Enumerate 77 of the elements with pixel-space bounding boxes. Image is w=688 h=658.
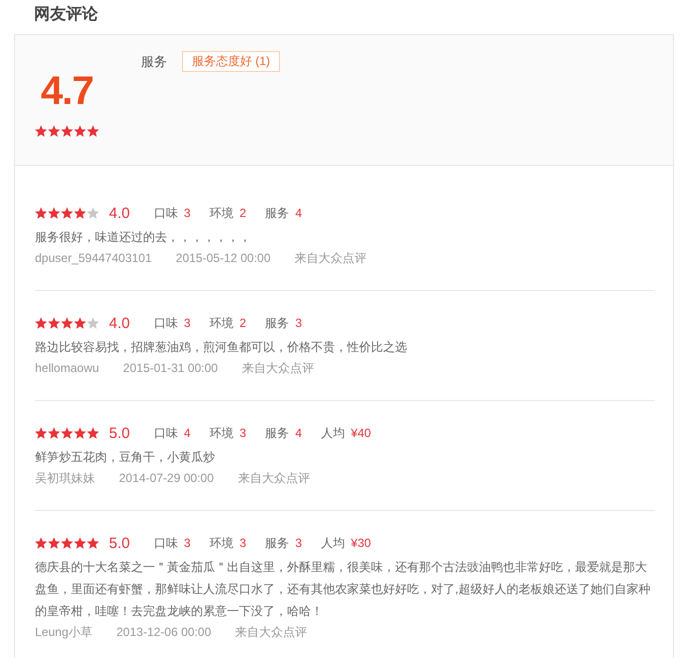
rating-label: 口味 bbox=[154, 534, 178, 552]
rating-label: 口味 bbox=[154, 314, 178, 332]
rating-value: 2 bbox=[240, 316, 246, 330]
review-score: 5.0 bbox=[109, 534, 130, 552]
star-icon bbox=[35, 317, 47, 329]
rating-value: 3 bbox=[240, 536, 246, 550]
rating-value: 3 bbox=[295, 536, 302, 550]
star-icon bbox=[74, 427, 86, 439]
rating-label: 口味 bbox=[154, 424, 178, 442]
review-source: 来自大众点评 bbox=[238, 470, 310, 486]
review-date: 2015-05-12 00:00 bbox=[176, 251, 271, 265]
star-icon bbox=[35, 537, 47, 549]
star-icon bbox=[61, 125, 73, 137]
rating-value: 3 bbox=[184, 536, 191, 550]
star-icon bbox=[61, 537, 73, 549]
star-icon bbox=[74, 537, 86, 549]
rating-label: 服务 bbox=[265, 534, 290, 552]
section-title: 网友评论 bbox=[34, 5, 98, 25]
rating-value: ¥40 bbox=[350, 426, 371, 440]
star-icon bbox=[61, 317, 73, 329]
rating-value: ¥30 bbox=[350, 536, 371, 550]
rating-value: 3 bbox=[295, 316, 302, 330]
review-text: 路边比较容易找，招牌葱油鸡，煎河鱼都可以，价格不贵，性价比之选 bbox=[35, 339, 408, 356]
review-date: 2013-12-06 00:00 bbox=[116, 625, 212, 639]
review-text: 服务很好，味道还过的去，，，，，，， bbox=[35, 229, 252, 246]
rating-label: 口味 bbox=[154, 204, 178, 222]
rating-label: 人均 bbox=[320, 534, 345, 552]
review-source: 来自大众点评 bbox=[294, 250, 367, 266]
star-icon bbox=[35, 207, 47, 219]
rating-label: 环境 bbox=[210, 314, 234, 332]
review-text: 鲜笋炒五花肉，豆角干，小黄瓜炒 bbox=[35, 449, 216, 466]
reviewer-name: hellomaowu bbox=[35, 361, 100, 375]
star-icon bbox=[48, 537, 60, 549]
star-icon bbox=[35, 125, 47, 137]
rating-value: 3 bbox=[184, 316, 191, 330]
rating-value: 4 bbox=[184, 426, 191, 440]
review-tag[interactable]: 服务态度好 (1) bbox=[182, 51, 280, 72]
rating-value: 2 bbox=[240, 206, 246, 220]
star-icon bbox=[61, 207, 73, 219]
rating-value: 4 bbox=[295, 206, 302, 220]
rating-label: 服务 bbox=[265, 314, 290, 332]
star-icon bbox=[48, 125, 60, 137]
rating-label: 服务 bbox=[265, 424, 290, 442]
star-icon bbox=[48, 207, 60, 219]
review-score: 5.0 bbox=[109, 424, 130, 442]
review-source: 来自大众点评 bbox=[235, 624, 308, 640]
star-icon bbox=[87, 317, 99, 329]
review-score: 4.0 bbox=[109, 204, 130, 222]
star-icon bbox=[74, 125, 86, 137]
rating-label: 环境 bbox=[210, 204, 234, 222]
rating-label: 环境 bbox=[210, 534, 234, 552]
review-text: 德庆县的十大名菜之一＂黃金茄瓜＂出自这里，外酥里糯，很美味，还有那个古法豉油鸭也非常好吃，最爱就是那大盘鱼，里面还有虾蟹，那鲜味让人流尽口水了，还有其他农家菜也好好吃，对了,超级好人的老板娘还送了她们自家种的皇帝柑，哇噻！去完盘龙峡的累意一下没了，哈哈！ bbox=[35, 559, 652, 620]
reviewer-name: dpuser_59447403101 bbox=[35, 251, 152, 265]
star-icon bbox=[48, 427, 60, 439]
review-date: 2014-07-29 00:00 bbox=[119, 471, 214, 485]
reviewer-name: 吴初琪妹妹 bbox=[35, 470, 95, 486]
rating-label: 服务 bbox=[265, 204, 290, 222]
review-date: 2015-01-31 00:00 bbox=[123, 361, 218, 375]
review-source: 来自大众点评 bbox=[242, 360, 314, 376]
tag-category-label: 服务 bbox=[141, 52, 167, 70]
star-icon bbox=[87, 537, 99, 549]
star-icon bbox=[35, 427, 47, 439]
star-icon bbox=[74, 317, 86, 329]
star-icon bbox=[48, 317, 60, 329]
overall-score: 4.7 bbox=[40, 71, 94, 111]
rating-value: 3 bbox=[240, 426, 246, 440]
star-icon bbox=[74, 207, 86, 219]
rating-label: 环境 bbox=[210, 424, 234, 442]
rating-label: 人均 bbox=[320, 424, 345, 442]
reviewer-name: Leung小草 bbox=[35, 624, 92, 640]
star-icon bbox=[87, 427, 99, 439]
rating-value: 4 bbox=[295, 426, 302, 440]
rating-value: 3 bbox=[184, 206, 191, 220]
star-icon bbox=[61, 427, 73, 439]
review-score: 4.0 bbox=[109, 314, 130, 332]
star-icon bbox=[87, 125, 99, 137]
star-icon bbox=[87, 207, 99, 219]
